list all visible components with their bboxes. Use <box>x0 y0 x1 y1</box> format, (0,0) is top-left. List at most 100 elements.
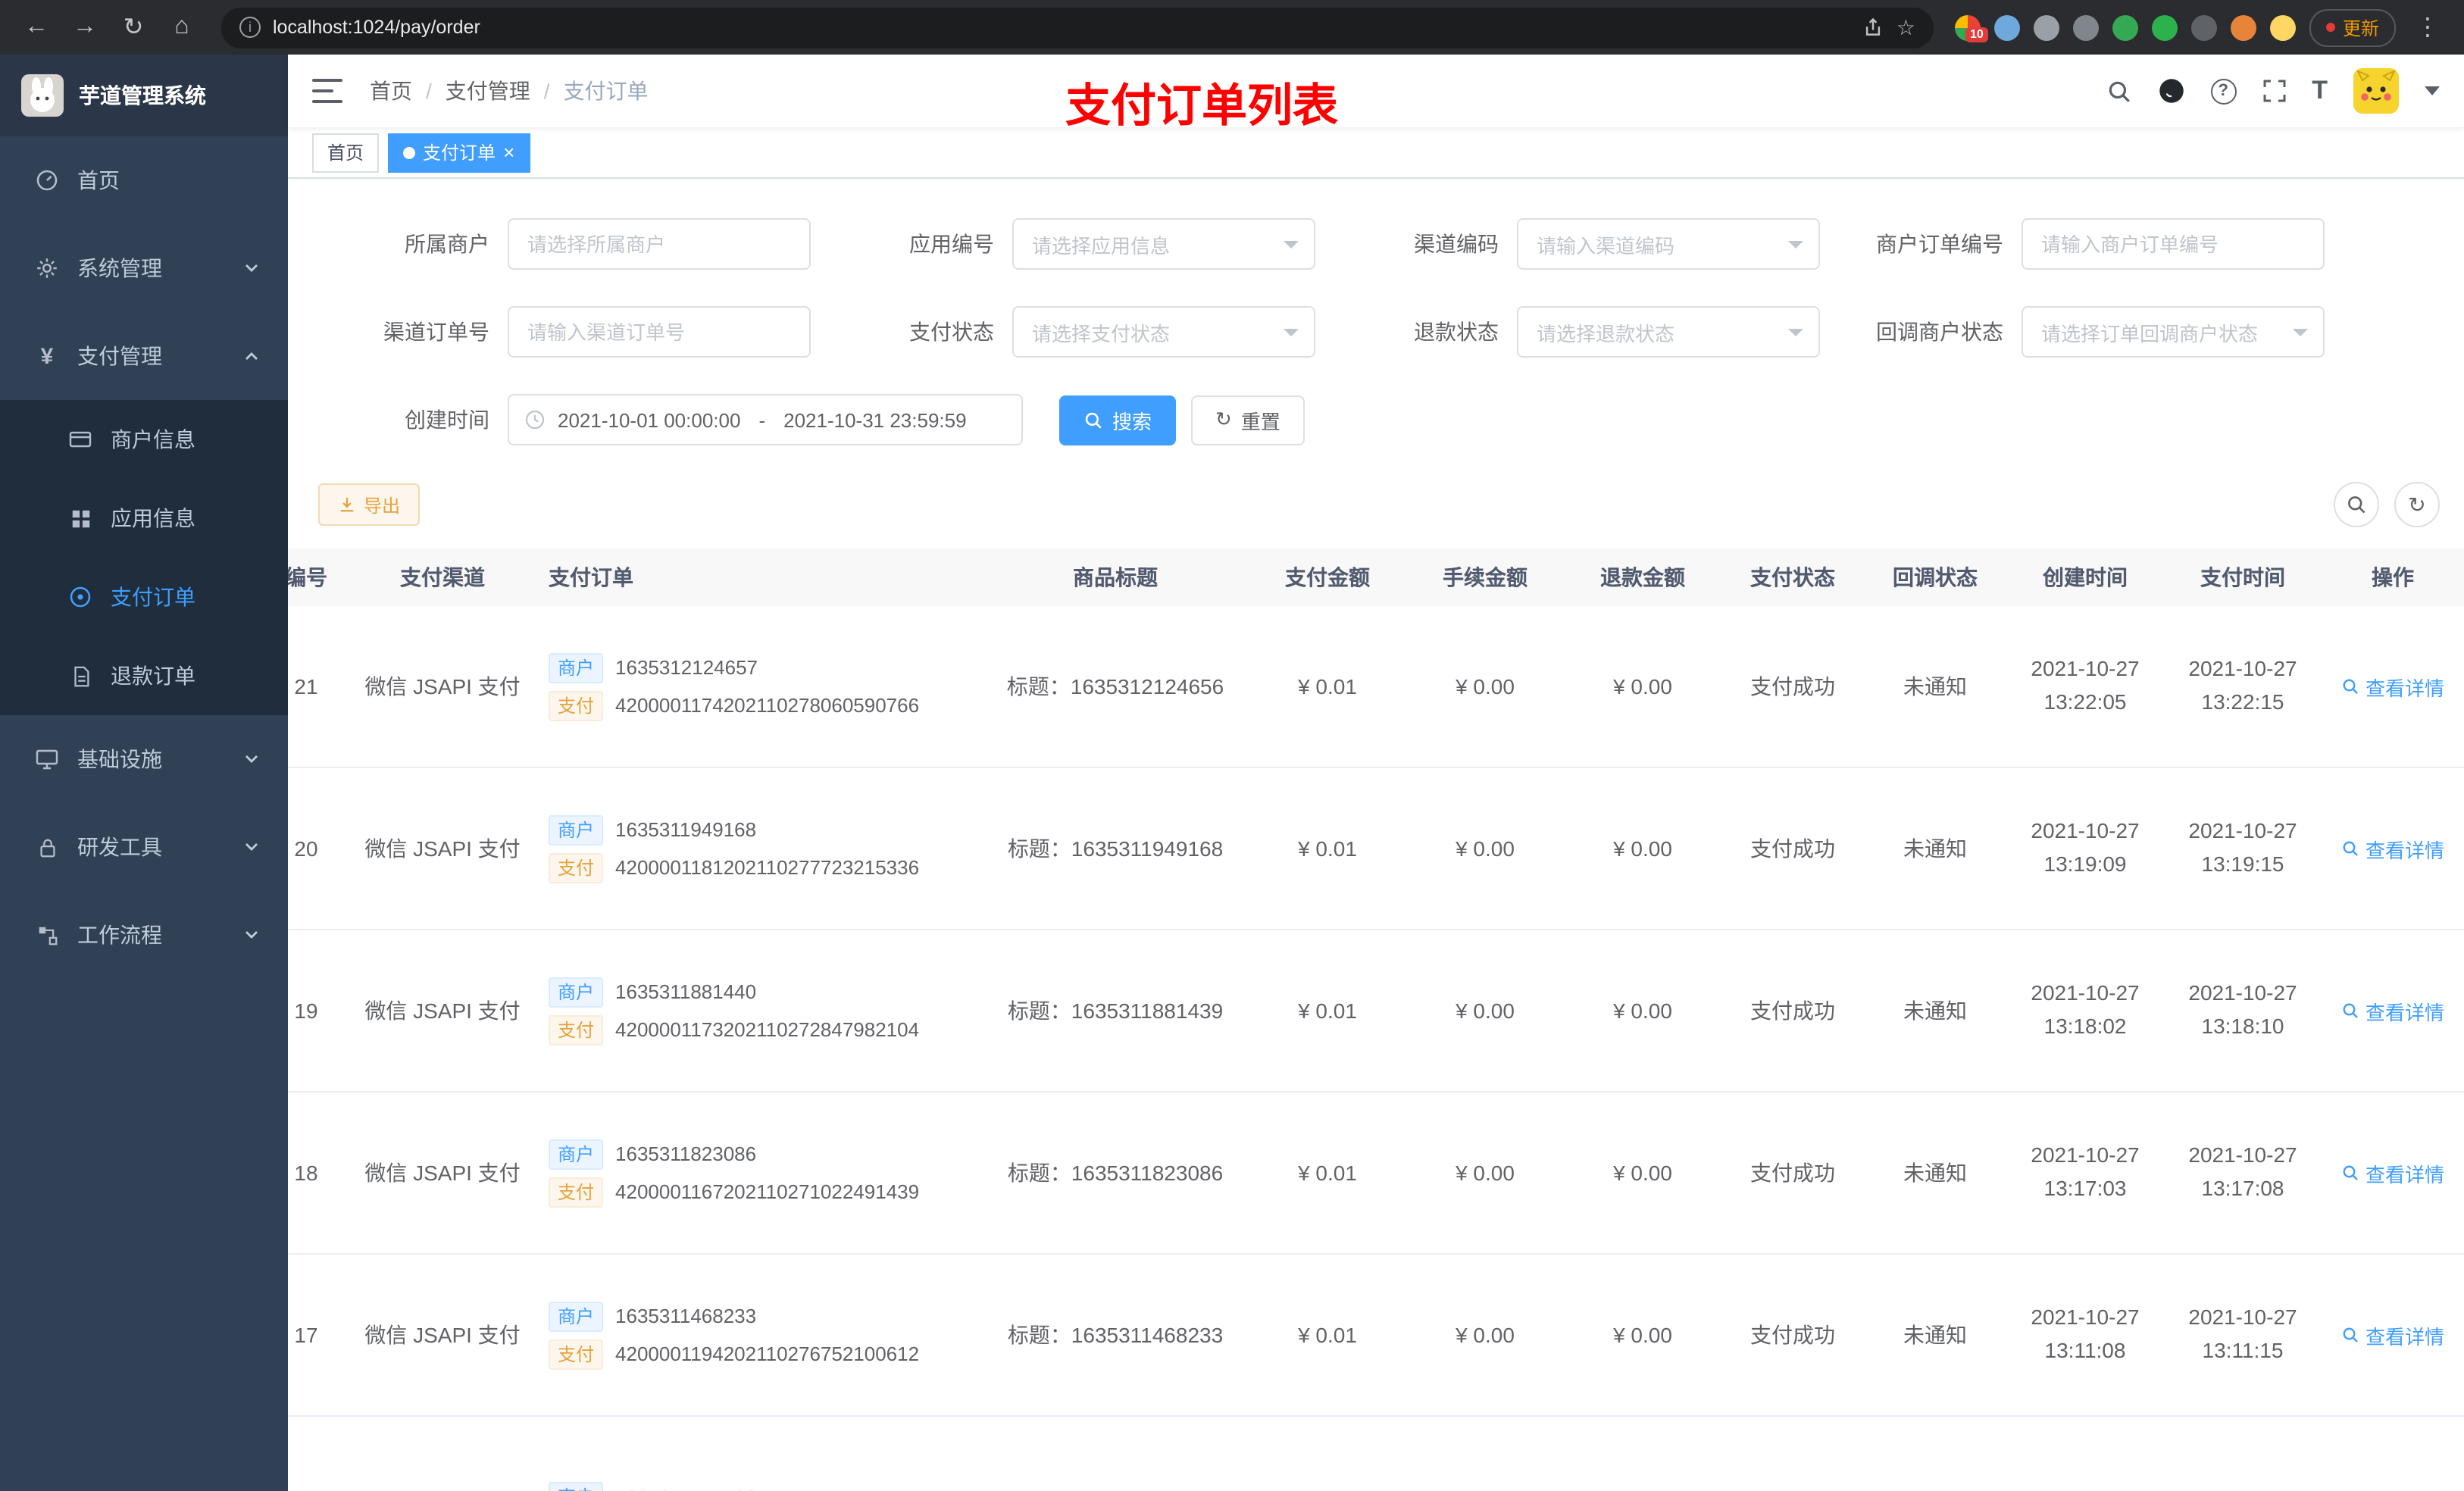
breadcrumb-home[interactable]: 首页 <box>370 76 412 106</box>
table-toolbar: 导出 ↻ <box>318 482 2440 527</box>
refresh-table-button[interactable]: ↻ <box>2394 482 2440 527</box>
app-id-select[interactable]: 请选择应用信息 <box>1012 218 1315 270</box>
page-content: 所属商户 应用编号 请选择应用信息 渠道编码 请输入渠道编码 <box>288 179 2464 1491</box>
extension-icon[interactable] <box>2033 14 2059 40</box>
show-search-toggle-button[interactable] <box>2334 482 2379 527</box>
view-details-link[interactable]: 查看详情 <box>2341 996 2444 1025</box>
pay-status-select[interactable]: 请选择支付状态 <box>1012 306 1315 358</box>
sidebar-item-merchant-info[interactable]: 商户信息 <box>0 400 288 479</box>
browser-menu-icon[interactable]: ⋮ <box>2409 9 2446 45</box>
github-icon[interactable] <box>2157 77 2184 105</box>
app-title: 芋道管理系统 <box>79 83 206 108</box>
home-icon[interactable]: ⌂ <box>164 9 200 45</box>
create-time-range-picker[interactable]: 2021-10-01 00:00:00 - 2021-10-31 23:59:5… <box>508 394 1023 445</box>
bookmark-star-icon[interactable]: ☆ <box>1896 14 1915 40</box>
merchant-tag: 商户 <box>549 1482 604 1491</box>
extension-icon[interactable] <box>2072 14 2099 40</box>
tab-pay-order[interactable]: 支付订单 × <box>388 133 530 172</box>
font-size-icon[interactable]: T <box>2312 76 2328 106</box>
extension-icon[interactable] <box>2190 14 2217 40</box>
clock-icon <box>524 409 546 430</box>
site-info-icon[interactable]: i <box>239 17 261 38</box>
chevron-down-icon <box>1284 240 1299 248</box>
sidebar-item-dev-tools[interactable]: 研发工具 <box>0 803 288 891</box>
sidebar-item-system[interactable]: 系统管理 <box>0 224 288 312</box>
hamburger-icon[interactable] <box>312 79 342 103</box>
document-icon <box>67 664 94 688</box>
refresh-icon: ↻ <box>1215 408 1232 430</box>
browser-toolbar: ← → ↻ ⌂ i localhost:1024/pay/order ☆ 10 … <box>0 0 2464 55</box>
browser-update-button[interactable]: 更新 <box>2309 8 2396 46</box>
extension-icon[interactable] <box>2269 14 2296 40</box>
extension-icon[interactable]: 10 <box>1954 14 1988 42</box>
chevron-down-icon <box>2293 328 2308 336</box>
pay-tag: 支付 <box>549 852 604 883</box>
lock-icon <box>33 835 61 859</box>
page: ← → ↻ ⌂ i localhost:1024/pay/order ☆ 10 … <box>0 0 2464 1491</box>
export-button[interactable]: 导出 <box>318 483 421 526</box>
sidebar-item-home[interactable]: 首页 <box>0 136 288 224</box>
chevron-down-icon <box>245 755 258 763</box>
extensions-area: 10 更新 ⋮ <box>1954 8 2446 46</box>
channel-code-select[interactable]: 请输入渠道编码 <box>1517 218 1820 270</box>
date-start-value[interactable]: 2021-10-01 00:00:00 <box>558 408 740 431</box>
avatar[interactable] <box>2353 68 2399 114</box>
share-icon[interactable] <box>1863 17 1884 38</box>
refund-status-select[interactable]: 请选择退款状态 <box>1517 306 1820 358</box>
view-details-link[interactable]: 查看详情 <box>2341 834 2444 863</box>
sidebar-item-workflow[interactable]: 工作流程 <box>0 891 288 979</box>
breadcrumb-pay-order: 支付订单 <box>563 79 649 103</box>
view-details-link[interactable]: 查看详情 <box>2341 1158 2444 1187</box>
reload-icon[interactable]: ↻ <box>115 9 152 45</box>
sidebar-item-pay-management[interactable]: ¥ 支付管理 <box>0 312 288 400</box>
view-details-link[interactable]: 查看详情 <box>2341 672 2444 701</box>
sidebar-item-pay-order[interactable]: 支付订单 <box>0 558 288 636</box>
breadcrumb-pay-management[interactable]: 支付管理 <box>446 76 530 106</box>
chevron-up-icon <box>245 352 258 360</box>
sidebar-item-infrastructure[interactable]: 基础设施 <box>0 715 288 803</box>
orders-table: 编号 支付渠道 支付订单 商品标题 支付金额 手续金额 退款金额 支付状态 回调… <box>288 549 2464 1491</box>
table-tools: ↻ <box>2334 482 2440 527</box>
extension-icon[interactable] <box>2230 14 2256 40</box>
extension-icon[interactable] <box>1993 14 2020 40</box>
fullscreen-icon[interactable] <box>2262 79 2286 103</box>
back-icon[interactable]: ← <box>18 9 55 45</box>
breadcrumb: 首页 / 支付管理 / 支付订单 <box>370 76 649 106</box>
close-icon[interactable]: × <box>503 142 514 162</box>
address-bar[interactable]: i localhost:1024/pay/order ☆ <box>221 7 1934 48</box>
extension-badge: 10 <box>1965 27 1988 42</box>
view-details-link[interactable]: 查看详情 <box>2341 1321 2444 1349</box>
merchant-filter-input[interactable] <box>508 218 811 270</box>
extension-icon[interactable] <box>2112 14 2138 40</box>
search-icon[interactable] <box>2106 78 2131 104</box>
app-logo[interactable]: 芋道管理系统 <box>0 55 288 136</box>
chevron-down-icon <box>245 843 258 851</box>
table-row: 17 微信 JSAPI 支付 商户 1635311468233 支付 4200001… <box>288 1255 2464 1417</box>
forward-icon[interactable]: → <box>67 9 103 45</box>
merchant-tag: 商户 <box>549 977 604 1007</box>
extension-icon[interactable] <box>2151 14 2178 40</box>
merchant-order-no-input[interactable] <box>2022 218 2325 270</box>
tab-home[interactable]: 首页 <box>312 133 380 172</box>
channel-order-no-filter-label: 渠道订单号 <box>383 320 489 344</box>
filter-row-3: 创建时间 2021-10-01 00:00:00 - 2021-10-31 23… <box>318 394 2464 445</box>
sidebar-item-app-info[interactable]: 应用信息 <box>0 479 288 558</box>
sidebar: 芋道管理系统 首页 系统管理 ¥ 支付管理 商户信息 应用信息 支付订单 退款订… <box>0 55 288 1491</box>
channel-order-no-input[interactable] <box>508 306 811 358</box>
notify-status-select[interactable]: 请选择订单回调商户状态 <box>2022 306 2325 358</box>
chevron-down-icon <box>1788 328 1803 336</box>
help-icon[interactable]: ? <box>2210 78 2237 104</box>
monitor-icon <box>33 747 61 771</box>
table-row: 21 微信 JSAPI 支付 商户 1635312124657 支付 4200001… <box>288 606 2464 768</box>
chevron-down-icon <box>1284 328 1299 336</box>
pay-tag: 支付 <box>549 690 604 720</box>
logo-image <box>21 74 64 117</box>
card-icon <box>67 427 94 452</box>
sidebar-item-refund-order[interactable]: 退款订单 <box>0 636 288 715</box>
date-end-value[interactable]: 2021-10-31 23:59:59 <box>783 408 966 431</box>
search-button[interactable]: 搜索 <box>1059 395 1177 445</box>
reset-button[interactable]: ↻ 重置 <box>1191 395 1305 445</box>
avatar-caret-icon[interactable] <box>2425 86 2440 95</box>
url-text[interactable]: localhost:1024/pay/order <box>273 17 1851 38</box>
table-header-row: 编号 支付渠道 支付订单 商品标题 支付金额 手续金额 退款金额 支付状态 回调… <box>288 549 2464 606</box>
